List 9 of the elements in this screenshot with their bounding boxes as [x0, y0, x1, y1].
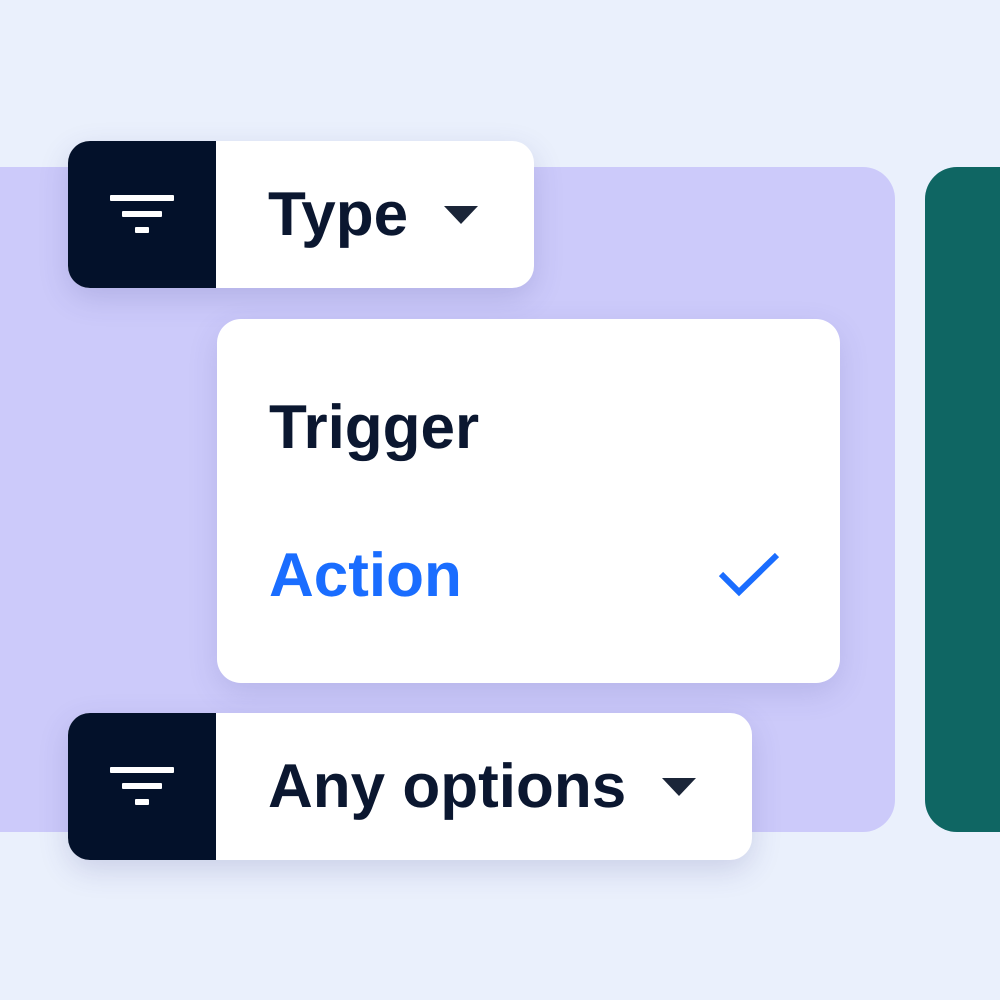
menu-option[interactable]: Action: [269, 520, 780, 630]
filter-dropdown[interactable]: Type: [68, 141, 534, 288]
check-icon: [718, 552, 780, 598]
filter-icon: [110, 766, 174, 806]
filter-dropdown[interactable]: Any options: [68, 713, 752, 860]
caret-icon: [444, 206, 478, 224]
caret-icon: [662, 778, 696, 796]
filter-icon: [110, 194, 174, 234]
menu-option[interactable]: Trigger: [269, 372, 780, 482]
